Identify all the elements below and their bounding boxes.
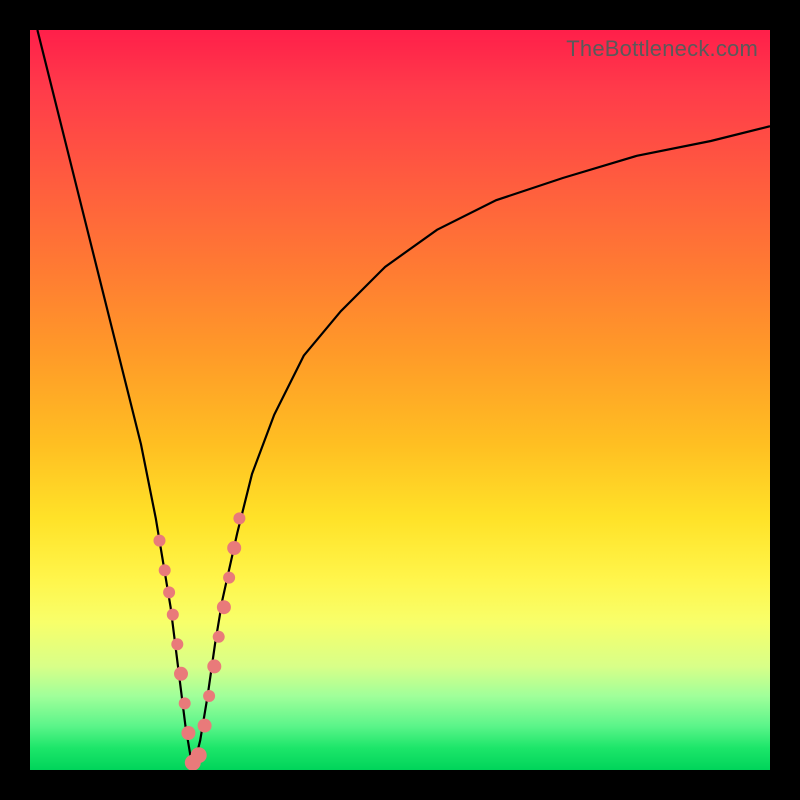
marker-point — [233, 512, 245, 524]
marker-point — [179, 697, 191, 709]
marker-point — [159, 564, 171, 576]
marker-point — [207, 659, 221, 673]
marker-point — [163, 586, 175, 598]
marker-point — [203, 690, 215, 702]
marker-point — [227, 541, 241, 555]
curve-layer — [30, 30, 770, 770]
marker-point — [213, 631, 225, 643]
marker-point — [174, 667, 188, 681]
marker-point — [198, 719, 212, 733]
marker-point — [181, 726, 195, 740]
marker-point — [191, 747, 207, 763]
marker-point — [223, 572, 235, 584]
marker-point — [217, 600, 231, 614]
marker-point — [167, 609, 179, 621]
marker-point — [154, 535, 166, 547]
marker-group — [154, 512, 246, 770]
plot-area: TheBottleneck.com — [30, 30, 770, 770]
chart-frame: TheBottleneck.com — [0, 0, 800, 800]
bottleneck-curve — [37, 30, 770, 770]
marker-point — [171, 638, 183, 650]
